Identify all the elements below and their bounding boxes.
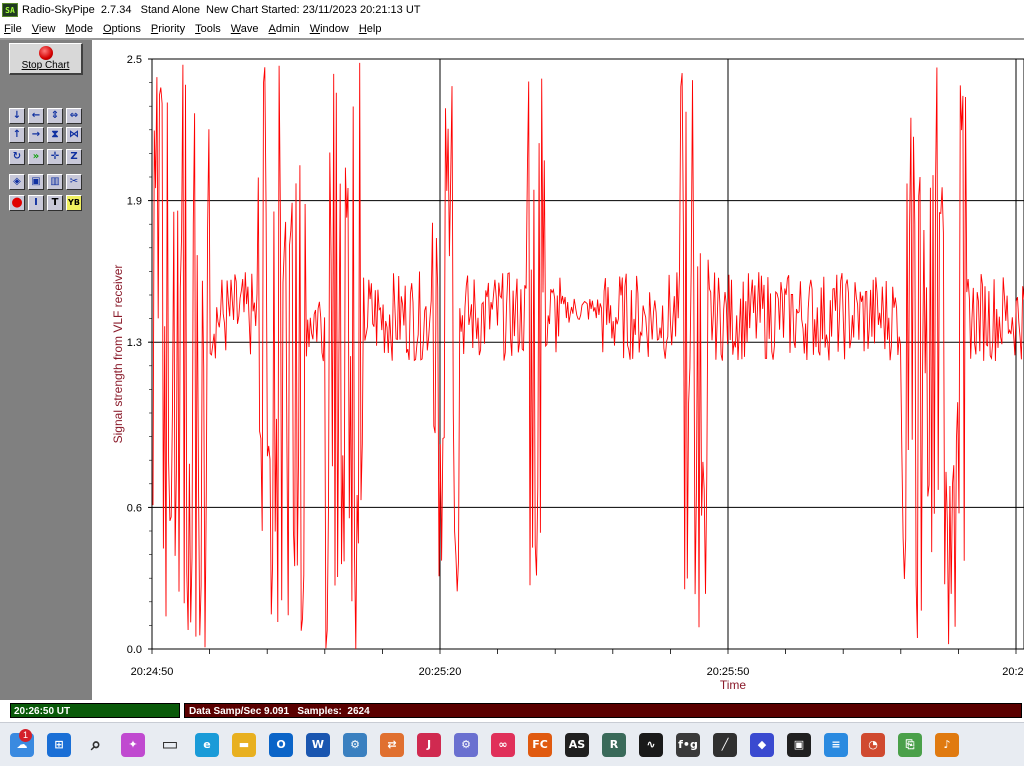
as-app-icon[interactable]: AS xyxy=(565,733,589,757)
title-bar: SA Radio-SkyPipe 2.7.34 Stand Alone New … xyxy=(0,0,1024,20)
record-icon[interactable]: ● xyxy=(9,195,25,211)
j-app-icon[interactable]: J xyxy=(417,733,441,757)
x-tick-label: 20:25:50 xyxy=(707,666,750,678)
menu-mnemonic: A xyxy=(268,23,276,35)
settings-icon[interactable]: ⚙ xyxy=(454,733,478,757)
notepad-icon[interactable]: ≡ xyxy=(824,733,848,757)
status-samples: Data Samp/Sec 9.091 Samples: 2624 xyxy=(184,703,1022,718)
menu-file[interactable]: File xyxy=(4,23,22,35)
network-icon[interactable]: ⚙ xyxy=(343,733,367,757)
taskbar: ☁ ⊞ ⌕ ✦ ▭ e ▬ O W ⚙ ⇄ J ⚙ ∞ FC AS R ∿ f•g ╱ ◆ ▣ ≡ ◔ ⎘ ♪ 1 xyxy=(0,722,1024,766)
menu-mnemonic: O xyxy=(102,23,112,35)
file-explorer-icon[interactable]: ▬ xyxy=(232,733,256,757)
menu-label-rest: ile xyxy=(10,23,22,35)
outlook-icon[interactable]: O xyxy=(269,733,293,757)
y-axis-label: Signal strength from VLF receiver xyxy=(111,265,125,444)
audacity-icon[interactable]: ♪ xyxy=(935,733,959,757)
y-tick-label: 0.0 xyxy=(127,644,142,656)
edge-icon[interactable]: e xyxy=(195,733,219,757)
menu-wave[interactable]: Wave xyxy=(231,23,259,35)
x-axis-label: Time xyxy=(720,678,747,692)
cube-app-icon[interactable]: ◆ xyxy=(750,733,774,757)
menu-mnemonic: V xyxy=(31,23,39,35)
menu-label-rest: ave xyxy=(240,23,259,35)
tool-panel: Stop Chart ↓ ← ⇕ ⇔ ↑ → ⧗ ⋈ ↻» ✛ Z ◈ ▣ ▥ ✂ ● I T YB xyxy=(0,40,92,700)
clock-app-icon[interactable]: ◔ xyxy=(861,733,885,757)
y-tick-label: 2.5 xyxy=(127,54,142,66)
chart-area[interactable]: 0.0 0.6 1.3 1.9 2.5 20:24:50 20:25:20 20:25:50 2… xyxy=(92,40,1024,700)
yb-icon[interactable]: YB xyxy=(66,195,82,211)
signal-chart[interactable]: 0.0 0.6 1.3 1.9 2.5 20:24:50 20:25:20 20:25:50 2… xyxy=(92,40,1024,700)
windows-start-icon[interactable]: ⊞ xyxy=(47,733,71,757)
y-tick-label: 1.9 xyxy=(127,196,142,208)
menu-label-rest: ptions xyxy=(111,23,141,35)
zoom-icon[interactable]: Z xyxy=(66,149,82,165)
copilot-icon[interactable]: ✦ xyxy=(121,733,145,757)
menu-options[interactable]: Options xyxy=(103,23,141,35)
refresh-icon[interactable]: ↻ xyxy=(9,149,25,165)
menu-label-rest: elp xyxy=(366,23,382,35)
menu-mnemonic: F xyxy=(4,23,11,35)
menu-label-rest: riority xyxy=(158,23,186,35)
menu-label-rest: ools xyxy=(200,23,221,35)
menu-label-rest: iew xyxy=(38,23,56,35)
word-icon[interactable]: W xyxy=(306,733,330,757)
app-icon[interactable]: SA xyxy=(2,3,18,17)
menu-priority[interactable]: Priority xyxy=(151,23,185,35)
search-icon[interactable]: ⌕ xyxy=(84,733,108,757)
status-time: 20:26:50 UT xyxy=(10,703,180,718)
menu-view[interactable]: View xyxy=(32,23,56,35)
window-title: Radio-SkyPipe 2.7.34 Stand Alone New Cha… xyxy=(22,4,421,16)
menu-mnemonic: W xyxy=(230,23,241,35)
menu-label-rest: dmin xyxy=(275,23,300,35)
menu-admin[interactable]: Admin xyxy=(269,23,300,35)
scroll-down-icon[interactable]: ↓ xyxy=(9,108,25,124)
y-tick-label: 1.3 xyxy=(127,337,142,349)
crosshair-icon[interactable]: ✛ xyxy=(47,149,63,165)
waveform-icon[interactable]: ∿ xyxy=(639,733,663,757)
y-tick-label: 0.6 xyxy=(127,502,142,514)
notification-badge: 1 xyxy=(19,729,32,742)
fast-forward-icon[interactable]: » xyxy=(28,149,44,165)
column-icon[interactable]: ▥ xyxy=(47,174,63,190)
menu-tools[interactable]: Tools xyxy=(195,23,221,35)
x-tick-label: 20:24:50 xyxy=(131,666,174,678)
text-icon[interactable]: T xyxy=(47,195,63,211)
stop-record-icon xyxy=(39,46,53,60)
center-icon[interactable]: ◈ xyxy=(9,174,25,190)
stop-chart-button[interactable]: Stop Chart xyxy=(9,43,83,75)
status-bar: 20:26:50 UT Data Samp/Sec 9.091 Samples:… xyxy=(0,700,1024,720)
x-tick-label: 20:25:20 xyxy=(419,666,462,678)
fg-app-icon[interactable]: f•g xyxy=(676,733,700,757)
menu-mnemonic: M xyxy=(65,23,75,35)
task-view-icon[interactable]: ▭ xyxy=(158,733,182,757)
fc-app-icon[interactable]: FC xyxy=(528,733,552,757)
remote-app-icon[interactable]: ⎘ xyxy=(898,733,922,757)
scroll-right-icon[interactable]: → xyxy=(28,127,44,143)
compress-vertical-icon[interactable]: ⧗ xyxy=(47,127,63,143)
expand-vertical-icon[interactable]: ⇕ xyxy=(47,108,63,124)
expand-horizontal-icon[interactable]: ⇔ xyxy=(66,108,82,124)
sync-icon[interactable]: ⇄ xyxy=(380,733,404,757)
select-box-icon[interactable]: ▣ xyxy=(28,174,44,190)
menu-help[interactable]: Help xyxy=(359,23,382,35)
menu-mode[interactable]: Mode xyxy=(65,23,93,35)
menu-bar: File View Mode Options Priority Tools Wave Admi… xyxy=(0,20,1024,38)
tools-icon[interactable]: ✂ xyxy=(66,174,82,190)
menu-label-rest: indow xyxy=(320,23,349,35)
stop-chart-label: Stop Chart xyxy=(21,60,70,71)
scroll-up-icon[interactable]: ↑ xyxy=(9,127,25,143)
x-tick-label: 20:26 xyxy=(1002,666,1024,678)
creative-cloud-icon[interactable]: ∞ xyxy=(491,733,515,757)
frame-app-icon[interactable]: ▣ xyxy=(787,733,811,757)
slash-app-icon[interactable]: ╱ xyxy=(713,733,737,757)
compress-horizontal-icon[interactable]: ⋈ xyxy=(66,127,82,143)
info-icon[interactable]: I xyxy=(28,195,44,211)
menu-label-rest: ode xyxy=(74,23,93,35)
scroll-left-icon[interactable]: ← xyxy=(28,108,44,124)
menu-window[interactable]: Window xyxy=(310,23,349,35)
radio-stax-icon[interactable]: R xyxy=(602,733,626,757)
menu-mnemonic: W xyxy=(309,23,321,35)
menu-mnemonic: H xyxy=(358,23,367,35)
